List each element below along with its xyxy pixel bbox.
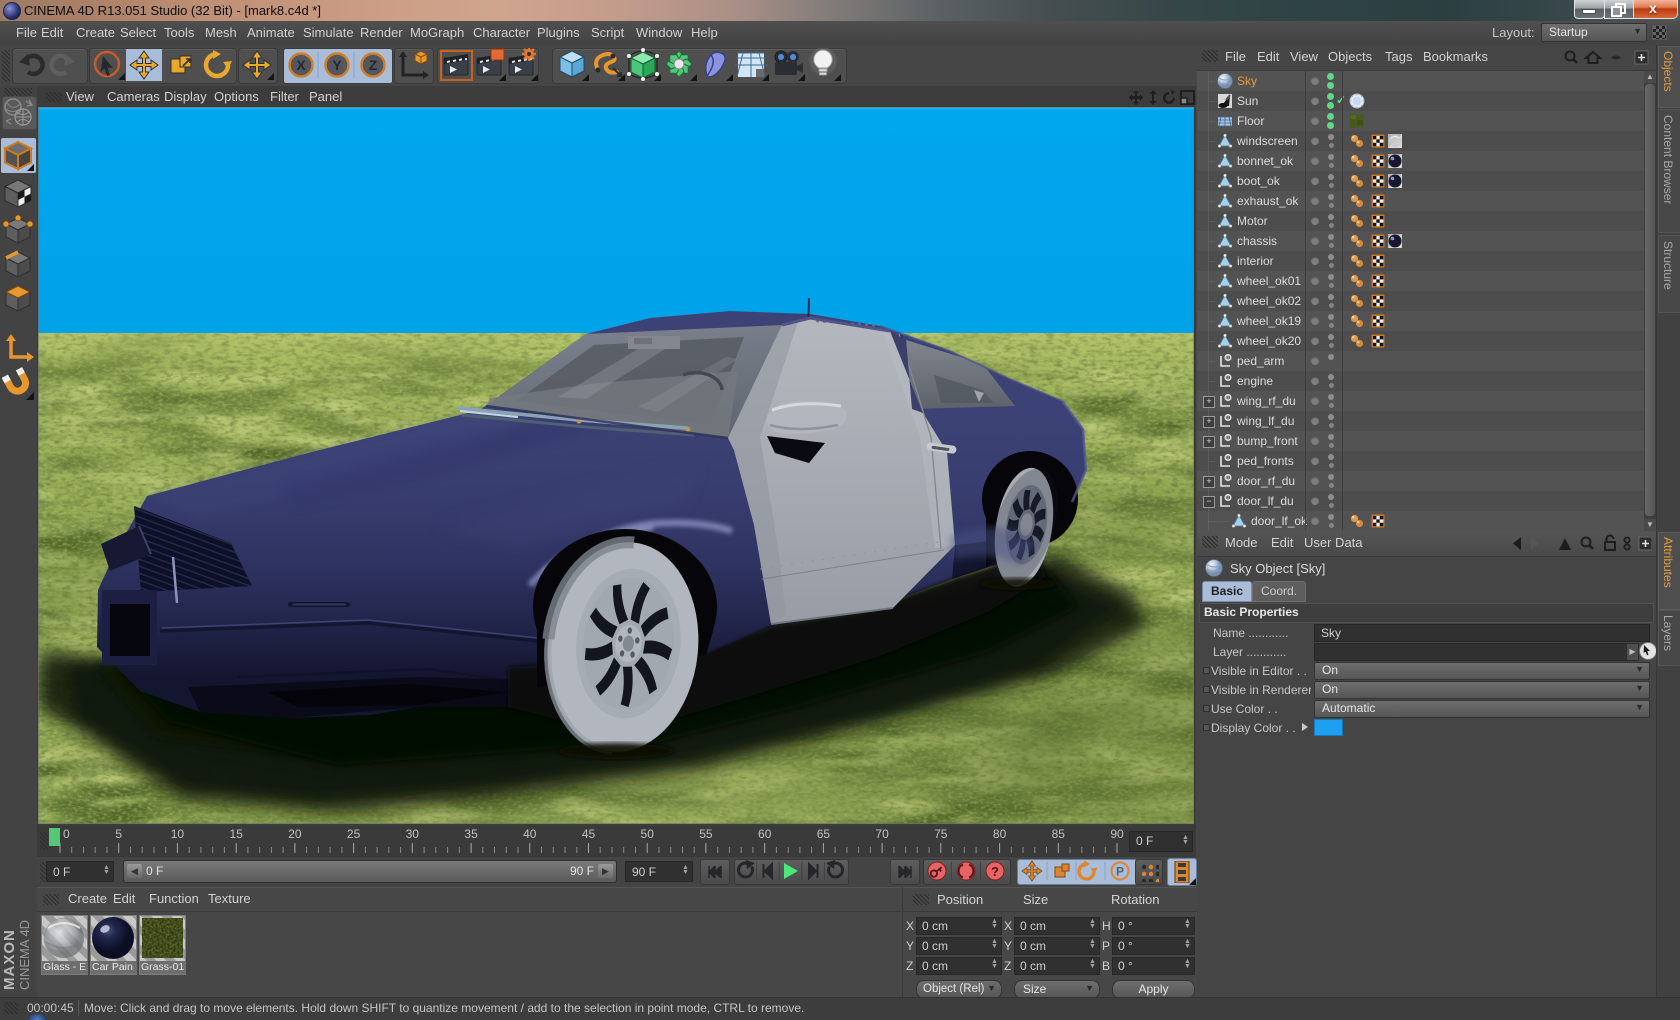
svg-text:5: 5 <box>115 827 122 841</box>
svg-text:40: 40 <box>523 827 537 841</box>
svg-text:60: 60 <box>758 827 772 841</box>
svg-text:45: 45 <box>582 827 596 841</box>
svg-text:0: 0 <box>1227 455 1230 461</box>
svg-text:0: 0 <box>1227 435 1230 441</box>
svg-text:35: 35 <box>464 827 478 841</box>
svg-text:0: 0 <box>1227 395 1230 401</box>
svg-text:15: 15 <box>230 827 244 841</box>
svg-text:90: 90 <box>1110 827 1124 841</box>
svg-text:75: 75 <box>934 827 948 841</box>
svg-text:20: 20 <box>288 827 302 841</box>
svg-text:Z: Z <box>369 57 378 73</box>
svg-text:0: 0 <box>1227 495 1230 501</box>
svg-text:70: 70 <box>875 827 889 841</box>
svg-text:0: 0 <box>1227 415 1230 421</box>
svg-text:25: 25 <box>347 827 361 841</box>
svg-text:85: 85 <box>1052 827 1066 841</box>
svg-text:0: 0 <box>63 827 70 841</box>
svg-text:0: 0 <box>1227 475 1230 481</box>
svg-text:30: 30 <box>406 827 420 841</box>
svg-text:P: P <box>1116 865 1124 879</box>
svg-text:0: 0 <box>1227 355 1230 361</box>
svg-text:0: 0 <box>1227 375 1230 381</box>
svg-text:10: 10 <box>171 827 185 841</box>
svg-text:65: 65 <box>817 827 831 841</box>
svg-text:X: X <box>296 57 306 73</box>
svg-text:?: ? <box>991 864 999 879</box>
svg-text:50: 50 <box>641 827 655 841</box>
svg-text:80: 80 <box>993 827 1007 841</box>
svg-text:Y: Y <box>332 57 342 73</box>
svg-text:55: 55 <box>699 827 713 841</box>
